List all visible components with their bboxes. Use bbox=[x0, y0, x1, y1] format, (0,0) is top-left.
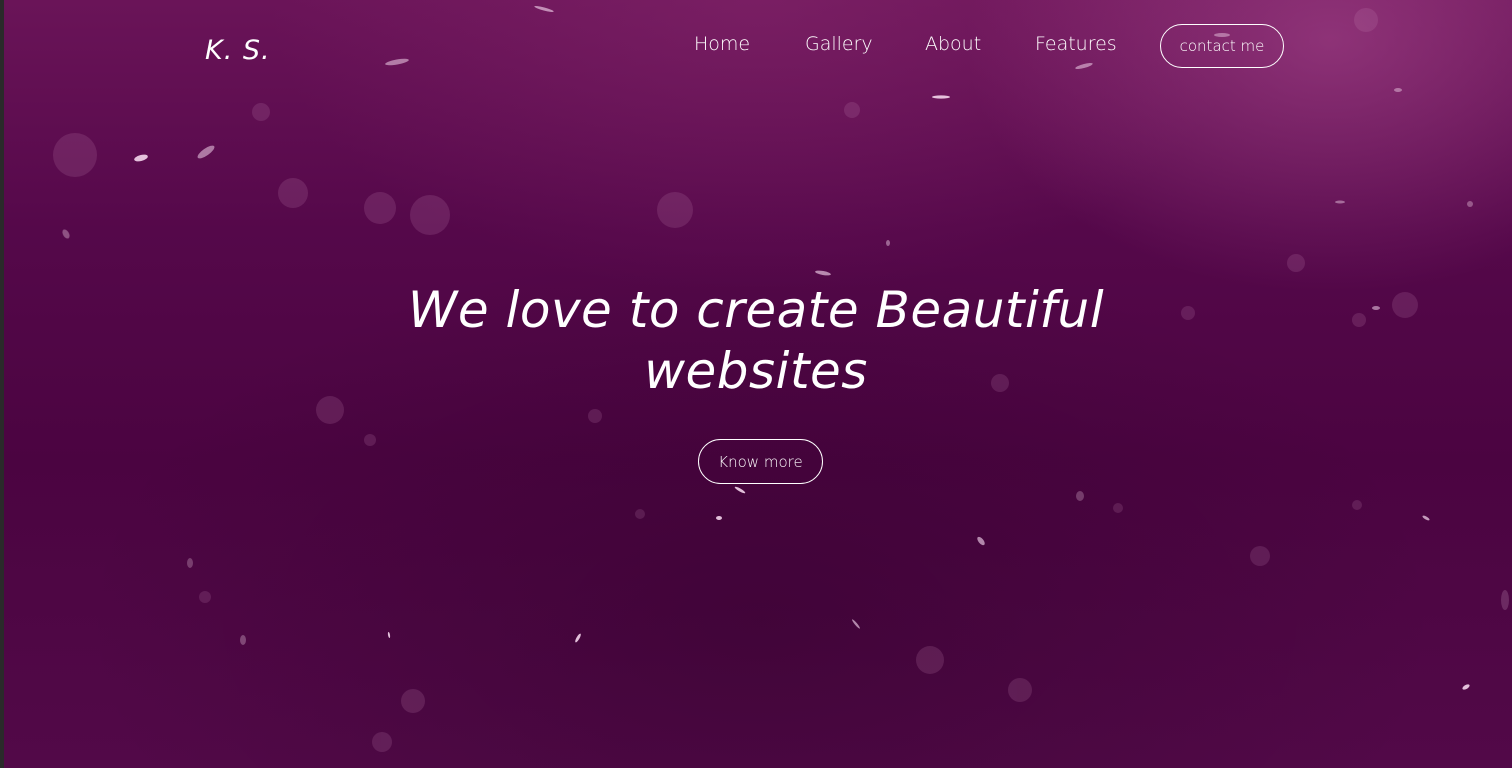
contact-me-button[interactable]: contact me bbox=[1160, 24, 1284, 68]
hero-headline-part2: websites bbox=[644, 342, 868, 400]
know-more-label: Know more bbox=[718, 452, 803, 471]
nav-about[interactable]: About bbox=[925, 33, 981, 55]
know-more-button[interactable]: Know more bbox=[698, 439, 823, 484]
hero-headline-part1: We love to create bbox=[407, 281, 860, 339]
hero-headline-emphasis: Beautiful bbox=[875, 281, 1105, 339]
nav-gallery[interactable]: Gallery bbox=[805, 33, 873, 55]
main-nav: Home Gallery About Features bbox=[0, 33, 1512, 57]
contact-me-label: contact me bbox=[1179, 37, 1265, 55]
nav-home[interactable]: Home bbox=[694, 33, 750, 55]
nav-features[interactable]: Features bbox=[1035, 33, 1117, 55]
hero-headline: We love to create Beautiful websites bbox=[356, 280, 1156, 402]
window-edge bbox=[0, 0, 4, 768]
